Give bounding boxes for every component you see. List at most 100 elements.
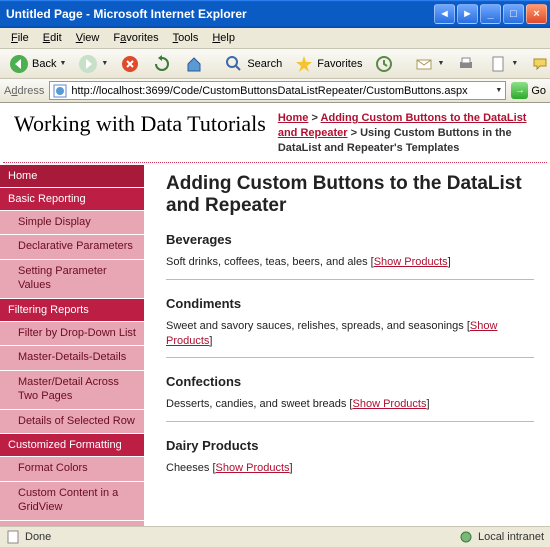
show-products-link[interactable]: Show Products: [216, 462, 290, 474]
status-bar: Done Local intranet: [0, 526, 550, 547]
edit-button[interactable]: ▼: [484, 52, 522, 76]
divider: [166, 421, 534, 422]
category-name: Beverages: [166, 232, 534, 247]
url-text: http://localhost:3699/Code/CustomButtons…: [71, 85, 491, 97]
nav-home[interactable]: Home: [0, 165, 144, 188]
search-button[interactable]: Search: [220, 52, 286, 76]
page-icon: [53, 84, 67, 98]
category-desc: Soft drinks, coffees, teas, beers, and a…: [166, 256, 368, 268]
intranet-icon: [459, 530, 473, 544]
search-label: Search: [247, 58, 282, 70]
nav-item[interactable]: Format Colors: [0, 457, 144, 482]
chevron-down-icon[interactable]: ▼: [495, 87, 502, 94]
chevron-down-icon: ▼: [511, 60, 518, 67]
close-button[interactable]: ×: [526, 4, 547, 24]
nav-item[interactable]: Custom Content in a: [0, 521, 144, 526]
forward-button[interactable]: ▼: [74, 52, 112, 76]
back-icon: [9, 54, 29, 74]
home-icon: [184, 54, 204, 74]
category-name: Confections: [166, 374, 534, 389]
back-button[interactable]: Back ▼: [5, 52, 70, 76]
nav-item[interactable]: Master-Details-Details: [0, 346, 144, 371]
favorites-button[interactable]: Favorites: [290, 52, 366, 76]
history-button[interactable]: [370, 52, 398, 76]
history-icon: [374, 54, 394, 74]
back-label: Back: [32, 58, 56, 70]
discuss-button[interactable]: [526, 52, 550, 76]
go-button[interactable]: → Go: [511, 82, 546, 99]
go-label: Go: [531, 85, 546, 97]
menu-view[interactable]: View: [69, 30, 107, 46]
page-title: Working with Data Tutorials: [14, 111, 266, 156]
menu-tools[interactable]: Tools: [166, 30, 206, 46]
menu-help[interactable]: Help: [205, 30, 242, 46]
chevron-down-icon: ▼: [437, 60, 444, 67]
go-icon: →: [511, 82, 528, 99]
window-title: Untitled Page - Microsoft Internet Explo…: [6, 7, 432, 21]
stop-button[interactable]: [116, 52, 144, 76]
main-content: Adding Custom Buttons to the DataList an…: [144, 163, 550, 526]
menu-favorites[interactable]: Favorites: [106, 30, 165, 46]
nav-item[interactable]: Filter by Drop-Down List: [0, 322, 144, 347]
category-item: Dairy Products Cheeses [Show Products]: [166, 438, 534, 476]
window-titlebar: Untitled Page - Microsoft Internet Explo…: [0, 0, 550, 28]
nav-item[interactable]: Declarative Parameters: [0, 235, 144, 260]
nav-item[interactable]: Setting Parameter Values: [0, 260, 144, 299]
sidebar: Home Basic Reporting Simple Display Decl…: [0, 163, 144, 526]
print-icon: [456, 54, 476, 74]
favorites-label: Favorites: [317, 58, 362, 70]
divider: [166, 279, 534, 280]
category-name: Dairy Products: [166, 438, 534, 453]
mail-button[interactable]: ▼: [410, 52, 448, 76]
address-label: Address: [4, 85, 44, 97]
show-products-link[interactable]: Show Products: [353, 398, 427, 410]
address-bar: Address http://localhost:3699/Code/Custo…: [0, 79, 550, 103]
address-field[interactable]: http://localhost:3699/Code/CustomButtons…: [49, 81, 506, 100]
minimize-button[interactable]: _: [480, 4, 501, 24]
discuss-icon: [530, 54, 550, 74]
page-header: Working with Data Tutorials Home > Addin…: [0, 103, 550, 160]
nav-section[interactable]: Customized Formatting: [0, 434, 144, 457]
toolbar: Back ▼ ▼ Search Favorites ▼ ▼: [0, 49, 550, 79]
document-icon: [6, 530, 20, 544]
category-item: Confections Desserts, candies, and sweet…: [166, 374, 534, 412]
menu-edit[interactable]: Edit: [36, 30, 69, 46]
category-item: Condiments Sweet and savory sauces, reli…: [166, 296, 534, 350]
refresh-button[interactable]: [148, 52, 176, 76]
forward-icon: [78, 54, 98, 74]
forward-nav-button[interactable]: ►: [457, 4, 478, 24]
refresh-icon: [152, 54, 172, 74]
crumb-home[interactable]: Home: [278, 112, 309, 124]
home-button[interactable]: [180, 52, 208, 76]
stop-icon: [120, 54, 140, 74]
show-products-link[interactable]: Show Products: [374, 256, 448, 268]
page-viewport: Working with Data Tutorials Home > Addin…: [0, 103, 550, 526]
menu-file[interactable]: File: [4, 30, 36, 46]
edit-icon: [488, 54, 508, 74]
zone-text: Local intranet: [478, 531, 544, 543]
category-item: Beverages Soft drinks, coffees, teas, be…: [166, 232, 534, 270]
breadcrumb: Home > Adding Custom Buttons to the Data…: [278, 111, 538, 156]
category-desc: Desserts, candies, and sweet breads: [166, 398, 346, 410]
nav-section[interactable]: Basic Reporting: [0, 188, 144, 211]
search-icon: [224, 54, 244, 74]
print-button[interactable]: [452, 52, 480, 76]
status-text: Done: [25, 531, 51, 543]
mail-icon: [414, 54, 434, 74]
chevron-down-icon: ▼: [59, 60, 66, 67]
category-desc: Cheeses: [166, 462, 209, 474]
nav-section[interactable]: Filtering Reports: [0, 299, 144, 322]
category-name: Condiments: [166, 296, 534, 311]
nav-item[interactable]: Custom Content in a GridView: [0, 482, 144, 521]
star-icon: [294, 54, 314, 74]
divider: [166, 357, 534, 358]
content-title: Adding Custom Buttons to the DataList an…: [166, 173, 534, 219]
menu-bar: File Edit View Favorites Tools Help: [0, 28, 550, 49]
maximize-button[interactable]: □: [503, 4, 524, 24]
chevron-down-icon: ▼: [101, 60, 108, 67]
category-desc: Sweet and savory sauces, relishes, sprea…: [166, 320, 464, 332]
nav-item[interactable]: Simple Display: [0, 211, 144, 236]
nav-item[interactable]: Details of Selected Row: [0, 410, 144, 435]
nav-item[interactable]: Master/Detail Across Two Pages: [0, 371, 144, 410]
back-nav-button[interactable]: ◄: [434, 4, 455, 24]
